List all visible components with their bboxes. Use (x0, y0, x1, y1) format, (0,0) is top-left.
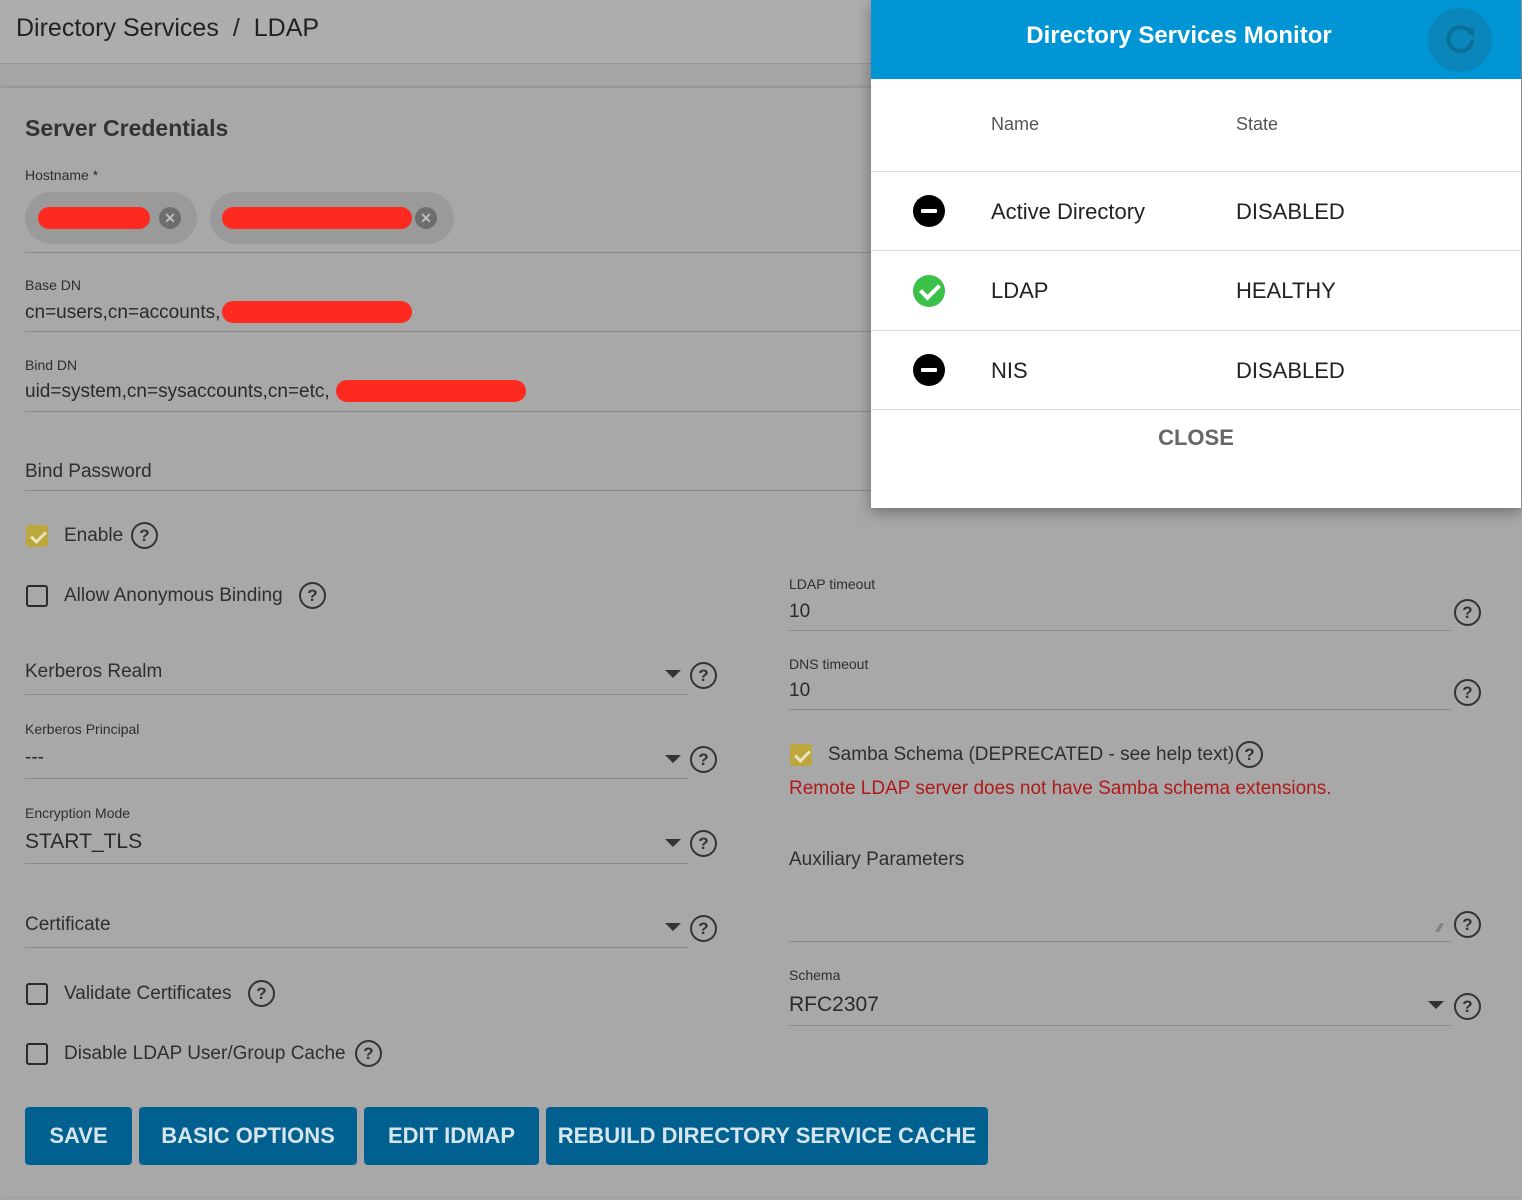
rebuild-cache-button[interactable]: REBUILD DIRECTORY SERVICE CACHE (546, 1107, 988, 1165)
chevron-down-icon[interactable] (665, 839, 681, 847)
redaction-mark (38, 207, 150, 229)
redaction-mark (222, 301, 412, 323)
section-title: Server Credentials (25, 115, 229, 141)
help-icon[interactable]: ? (1454, 993, 1481, 1020)
enable-label: Enable (64, 525, 124, 546)
validate-certificates-checkbox[interactable] (26, 983, 48, 1005)
schema-label: Schema (789, 967, 841, 983)
dns-timeout-label: DNS timeout (789, 656, 869, 672)
auxiliary-parameters-label: Auxiliary Parameters (789, 849, 965, 870)
service-name: LDAP (991, 278, 1049, 303)
healthy-check-icon (913, 275, 945, 307)
ldap-timeout-underline (789, 630, 1451, 631)
refresh-icon (1446, 25, 1474, 54)
service-state: DISABLED (1236, 358, 1345, 383)
ldap-timeout-input[interactable]: 10 (789, 601, 810, 623)
directory-services-monitor-dialog: Directory Services Monitor Name State Ac… (871, 0, 1521, 508)
table-row: NIS DISABLED (871, 331, 1521, 409)
certificate-underline (25, 947, 688, 948)
base-dn-input[interactable]: cn=users,cn=accounts, (25, 302, 220, 324)
bind-dn-label: Bind DN (25, 357, 78, 373)
breadcrumb-parent[interactable]: Directory Services (16, 14, 219, 42)
table-row: LDAP HEALTHY (871, 251, 1521, 329)
help-icon[interactable]: ? (248, 980, 275, 1007)
dns-timeout-input[interactable]: 10 (789, 680, 810, 702)
chevron-down-icon[interactable] (1428, 1001, 1444, 1009)
edit-idmap-button[interactable]: EDIT IDMAP (364, 1107, 539, 1165)
help-icon[interactable]: ? (299, 582, 326, 609)
redaction-mark (222, 207, 412, 229)
chip-remove-icon[interactable]: ✕ (159, 207, 181, 229)
auxiliary-parameters-underline (789, 941, 1451, 942)
dialog-title: Directory Services Monitor (1026, 22, 1332, 49)
table-row: Active Directory DISABLED (871, 172, 1521, 250)
disabled-icon (913, 354, 945, 386)
service-name: Active Directory (991, 199, 1146, 224)
help-icon[interactable]: ? (690, 915, 717, 942)
base-dn-label: Base DN (25, 277, 82, 293)
bind-password-underline (25, 490, 871, 491)
help-icon[interactable]: ? (1454, 679, 1481, 706)
bind-password-input[interactable]: Bind Password (25, 461, 152, 483)
validate-certificates-label: Validate Certificates (64, 983, 232, 1004)
encryption-mode-label: Encryption Mode (25, 805, 131, 821)
basic-options-button[interactable]: BASIC OPTIONS (139, 1107, 357, 1165)
close-button[interactable]: CLOSE (871, 425, 1521, 451)
breadcrumb-separator: / (232, 14, 240, 42)
disable-cache-checkbox[interactable] (26, 1043, 48, 1065)
service-name: NIS (991, 358, 1028, 383)
chevron-down-icon[interactable] (665, 923, 681, 931)
resize-handle-icon[interactable]: ⁄⁄ (1438, 922, 1450, 934)
kerberos-principal-label: Kerberos Principal (25, 721, 140, 737)
service-state: HEALTHY (1236, 278, 1336, 303)
hostname-label: Hostname * (25, 167, 99, 183)
refresh-button[interactable] (1428, 8, 1492, 72)
disable-cache-label: Disable LDAP User/Group Cache (64, 1043, 346, 1064)
hostname-underline (25, 252, 871, 253)
help-icon[interactable]: ? (1454, 911, 1481, 938)
kerberos-realm-select[interactable]: Kerberos Realm (25, 661, 162, 683)
kerberos-principal-underline (25, 778, 688, 779)
chevron-down-icon[interactable] (665, 670, 681, 678)
anonymous-binding-label: Allow Anonymous Binding (64, 585, 283, 606)
bind-dn-input[interactable]: uid=system,cn=sysaccounts,cn=etc, (25, 381, 330, 403)
base-dn-underline (25, 331, 871, 332)
chip-remove-icon[interactable]: ✕ (415, 207, 437, 229)
encryption-mode-select[interactable]: START_TLS (25, 830, 142, 854)
save-button[interactable]: SAVE (25, 1107, 132, 1165)
column-header-state: State (1236, 114, 1279, 134)
row-divider (871, 409, 1521, 410)
encryption-mode-underline (25, 863, 688, 864)
help-icon[interactable]: ? (355, 1040, 382, 1067)
breadcrumb: Directory Services / LDAP (16, 14, 319, 43)
certificate-select[interactable]: Certificate (25, 914, 111, 936)
anonymous-binding-checkbox[interactable] (26, 585, 48, 607)
bind-dn-underline (25, 411, 871, 412)
ldap-timeout-label: LDAP timeout (789, 576, 876, 592)
dns-timeout-underline (789, 709, 1451, 710)
auxiliary-parameters-textarea[interactable] (789, 880, 1451, 940)
help-icon[interactable]: ? (1454, 599, 1481, 626)
column-header-name: Name (991, 114, 1040, 134)
samba-schema-checkbox[interactable] (790, 744, 812, 766)
samba-schema-error: Remote LDAP server does not have Samba s… (789, 778, 1332, 799)
samba-schema-label: Samba Schema (DEPRECATED - see help text… (828, 744, 1235, 765)
help-icon[interactable]: ? (131, 522, 158, 549)
help-icon[interactable]: ? (690, 662, 717, 689)
schema-underline (789, 1025, 1451, 1026)
kerberos-realm-underline (25, 694, 688, 695)
help-icon[interactable]: ? (690, 830, 717, 857)
service-state: DISABLED (1236, 199, 1345, 224)
kerberos-principal-select[interactable]: --- (25, 747, 44, 769)
enable-checkbox[interactable] (26, 525, 48, 547)
schema-select[interactable]: RFC2307 (789, 993, 879, 1017)
chevron-down-icon[interactable] (665, 755, 681, 763)
redaction-mark (336, 380, 526, 402)
help-icon[interactable]: ? (690, 746, 717, 773)
disabled-icon (913, 195, 945, 227)
breadcrumb-current: LDAP (253, 14, 320, 42)
help-icon[interactable]: ? (1236, 741, 1263, 768)
